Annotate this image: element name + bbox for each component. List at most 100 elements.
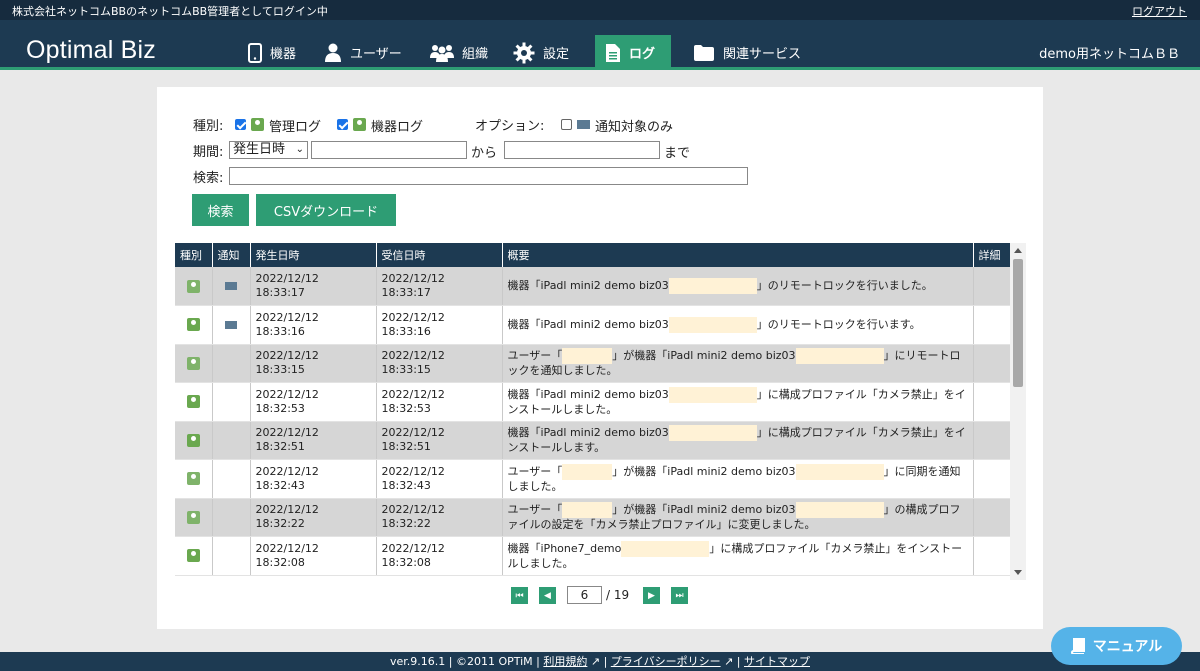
detail-cell[interactable] xyxy=(973,382,1011,422)
nav-organization[interactable]: 組織 xyxy=(430,35,488,70)
table-row[interactable]: 2022/12/12 18:32:53 2022/12/12 18:32:53 機器「i… xyxy=(175,382,1011,422)
admin-log-label: 管理ログ xyxy=(269,120,322,135)
notify-cell xyxy=(212,305,251,345)
received-cell: 2022/12/12 18:33:16 xyxy=(376,305,503,345)
mail-icon xyxy=(225,282,237,290)
period-label: 期間: xyxy=(193,145,224,160)
type-cell xyxy=(175,459,213,499)
nav-log-label: ログ xyxy=(629,47,656,62)
log-table: 種別 通知 発生日時 受信日時 概要 詳細 2022/12/12 18:33:17… xyxy=(175,243,1011,576)
occurred-cell: 2022/12/12 18:32:53 xyxy=(250,382,377,422)
type-cell xyxy=(175,305,213,345)
table-row[interactable]: 2022/12/12 18:33:17 2022/12/12 18:33:17 機器「i… xyxy=(175,267,1011,306)
time-text: 18:32:22 xyxy=(381,517,431,531)
terms-link[interactable]: 利用規約 xyxy=(543,655,587,668)
table-row[interactable]: 2022/12/12 18:32:08 2022/12/12 18:32:08 機器「i… xyxy=(175,536,1011,576)
app-logo: Optimal Biz xyxy=(26,36,157,64)
occurred-cell: 2022/12/12 18:32:51 xyxy=(250,421,377,460)
logout-link[interactable]: ログアウト xyxy=(1132,3,1187,19)
detail-cell[interactable] xyxy=(973,536,1011,576)
time-text: 18:32:51 xyxy=(381,440,431,454)
col-received[interactable]: 受信日時 xyxy=(376,243,503,267)
summary-cell: ユーザー「 」が機器「iPadl mini2 demo biz03 」の構成プロファ… xyxy=(502,498,974,537)
nav-device[interactable]: 機器 xyxy=(248,35,296,70)
detail-cell[interactable] xyxy=(973,421,1011,460)
account-name[interactable]: demo用ネットコムＢＢ xyxy=(1039,43,1180,62)
page-total: / 19 xyxy=(606,588,630,602)
period-from-input[interactable] xyxy=(311,141,467,159)
occurred-cell: 2022/12/12 18:32:43 xyxy=(250,459,377,499)
detail-cell[interactable] xyxy=(973,498,1011,537)
scroll-up-icon[interactable] xyxy=(1014,248,1022,253)
top-status-bar: 株式会社ネットコムBBのネットコムBB管理者としてログイン中 ログアウト xyxy=(0,0,1200,20)
summary-text: 」のリモートロックを行いました。 xyxy=(756,279,933,292)
nav-user[interactable]: ユーザー xyxy=(324,35,402,70)
last-page-button[interactable]: ⏭ xyxy=(671,587,688,604)
time-text: 18:32:08 xyxy=(381,555,431,569)
date-text: 2022/12/12 xyxy=(381,503,445,517)
occurred-cell: 2022/12/12 18:33:17 xyxy=(250,267,377,306)
privacy-link[interactable]: プライバシーポリシー xyxy=(611,655,721,668)
page-number-input[interactable]: 6 xyxy=(567,586,602,604)
nav-device-label: 機器 xyxy=(270,47,297,62)
col-occurred[interactable]: 発生日時 xyxy=(250,243,377,267)
next-page-button[interactable]: ▶ xyxy=(643,587,660,604)
to-label: まで xyxy=(664,146,691,161)
type-label: 種別: xyxy=(193,119,224,134)
summary-text: ユーザー「 xyxy=(507,464,563,478)
col-notify: 通知 xyxy=(212,243,251,267)
scroll-thumb[interactable] xyxy=(1013,259,1023,387)
notify-only-checkbox[interactable] xyxy=(561,119,572,130)
mail-icon xyxy=(577,120,590,129)
summary-cell: 機器「iPadl mini2 demo biz03 」のリモートロックを行います。 xyxy=(502,305,974,345)
table-row[interactable]: 2022/12/12 18:32:22 2022/12/12 18:32:22 ユーザー… xyxy=(175,498,1011,537)
table-row[interactable]: 2022/12/12 18:33:15 2022/12/12 18:33:15 ユーザー… xyxy=(175,344,1011,383)
table-row[interactable]: 2022/12/12 18:33:16 2022/12/12 18:33:16 機器「i… xyxy=(175,305,1011,345)
received-cell: 2022/12/12 18:32:53 xyxy=(376,382,503,422)
table-row[interactable]: 2022/12/12 18:32:43 2022/12/12 18:32:43 ユーザー… xyxy=(175,459,1011,499)
date-text: 2022/12/12 xyxy=(381,387,445,401)
table-row[interactable]: 2022/12/12 18:32:51 2022/12/12 18:32:51 機器「i… xyxy=(175,421,1011,460)
type-cell xyxy=(175,382,213,422)
summary-cell: 機器「iPadl mini2 demo biz03 」に構成プロファイル「カメラ禁… xyxy=(502,421,974,460)
summary-text: 」のリモートロックを行います。 xyxy=(756,317,921,331)
type-cell xyxy=(175,536,213,576)
summary-text: 機器「iPadl mini2 demo biz03 xyxy=(507,317,669,331)
device-log-checkbox[interactable] xyxy=(337,119,348,130)
table-scrollbar[interactable] xyxy=(1010,243,1026,580)
sitemap-link[interactable]: サイトマップ xyxy=(744,655,810,668)
detail-cell[interactable] xyxy=(973,267,1011,306)
summary-text: ユーザー「 xyxy=(507,503,563,517)
nav-log[interactable]: ログ xyxy=(595,35,671,70)
footer: ver.9.16.1 | ©2011 OPTiM | 利用規約 ↗ | プライバ… xyxy=(0,652,1200,671)
time-text: 18:33:17 xyxy=(381,286,431,299)
date-text: 2022/12/12 xyxy=(255,272,319,285)
time-text: 18:32:43 xyxy=(255,478,305,492)
detail-cell[interactable] xyxy=(973,459,1011,499)
log-panel: 種別: 管理ログ 機器ログ オプション: 通知対象のみ 期間: 発生日時 ⌄ か… xyxy=(157,87,1043,629)
version-text: ver.9.16.1 | ©2011 OPTiM | xyxy=(389,655,540,668)
time-text: 18:32:53 xyxy=(381,401,431,415)
notify-cell xyxy=(212,382,251,422)
detail-cell[interactable] xyxy=(973,305,1011,345)
search-input[interactable] xyxy=(229,167,748,185)
date-text: 2022/12/12 xyxy=(381,272,445,285)
admin-log-checkbox[interactable] xyxy=(235,119,246,130)
detail-cell[interactable] xyxy=(973,344,1011,383)
period-select[interactable]: 発生日時 ⌄ xyxy=(229,141,308,159)
col-detail: 詳細 xyxy=(973,243,1011,267)
nav-settings[interactable]: 設定 xyxy=(513,35,569,70)
nav-related-services[interactable]: 関連サービス xyxy=(693,35,801,70)
csv-download-button[interactable]: CSVダウンロード xyxy=(256,194,396,226)
summary-cell: ユーザー「 」が機器「iPadl mini2 demo biz03 」にリモートロッ… xyxy=(502,344,974,383)
date-text: 2022/12/12 xyxy=(381,310,445,324)
date-text: 2022/12/12 xyxy=(255,426,319,440)
period-to-input[interactable] xyxy=(504,141,660,159)
summary-text: ユーザー「 xyxy=(507,349,563,363)
first-page-button[interactable]: ⏮ xyxy=(511,587,528,604)
scroll-down-icon[interactable] xyxy=(1014,570,1022,575)
prev-page-button[interactable]: ◀ xyxy=(539,587,556,604)
manual-button[interactable]: マニュアル xyxy=(1051,627,1182,665)
search-button[interactable]: 検索 xyxy=(192,194,249,226)
book-icon xyxy=(1070,638,1085,654)
